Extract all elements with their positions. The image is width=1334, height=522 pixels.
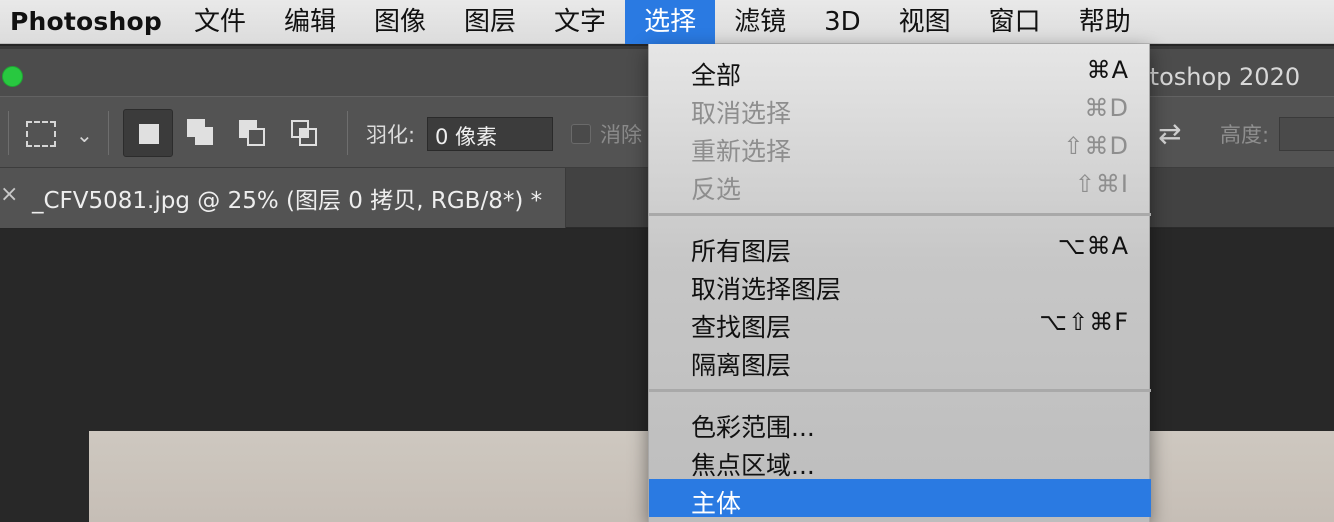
select-menu-dropdown: 全部 ⌘A 取消选择 ⌘D 重新选择 ⇧⌘D 反选 ⇧⌘I 所有图层 ⌥⌘A 取… (648, 44, 1151, 522)
menu-item-label: 色彩范围... (691, 413, 815, 442)
menu-item-deselect-layers[interactable]: 取消选择图层 (649, 265, 1151, 304)
menu-item-shortcut: ⌘D (1084, 94, 1129, 122)
separator (8, 111, 9, 155)
window-title: otoshop 2020 (1135, 63, 1301, 91)
menu-item-shortcut: ⌘A (1086, 56, 1129, 84)
menu-item-deselect: 取消选择 ⌘D (649, 89, 1151, 128)
antialias-label: 消除 (600, 123, 642, 147)
document-tab-title: _CFV5081.jpg @ 25% (图层 0 拷贝, RGB/8*) * (32, 188, 543, 214)
menu-item-inverse: 反选 ⇧⌘I (649, 165, 1151, 204)
menu-separator (649, 213, 1151, 216)
menu-help[interactable]: 帮助 (1060, 0, 1150, 44)
window-zoom-button[interactable] (2, 66, 23, 87)
menu-separator (649, 389, 1151, 392)
menu-item-reselect: 重新选择 ⇧⌘D (649, 127, 1151, 166)
feather-label: 羽化: (366, 123, 416, 147)
menu-item-find-layers[interactable]: 查找图层 ⌥⇧⌘F (649, 303, 1151, 342)
menu-item-shortcut: ⇧⌘D (1063, 132, 1129, 160)
menu-item-label: 重新选择 (691, 137, 792, 166)
menu-item-shortcut: ⌥⇧⌘F (1039, 308, 1129, 336)
close-icon[interactable]: × (0, 182, 18, 207)
menu-item-label: 取消选择 (691, 99, 792, 128)
menu-item-label: 全部 (691, 61, 742, 90)
menu-item-label: 主体 (691, 489, 742, 518)
menu-view[interactable]: 视图 (880, 0, 970, 44)
height-label: 高度: (1220, 123, 1270, 147)
swap-arrows-icon[interactable]: ⇄ (1158, 117, 1181, 150)
menu-window[interactable]: 窗口 (970, 0, 1060, 44)
menu-filter[interactable]: 滤镜 (715, 0, 805, 44)
subtract-from-selection-button[interactable] (228, 109, 278, 157)
menu-item-subject[interactable]: 主体 (649, 479, 1151, 518)
separator (108, 111, 109, 155)
separator (347, 111, 348, 155)
new-selection-button[interactable] (123, 109, 173, 157)
menu-type[interactable]: 文字 (535, 0, 625, 44)
new-selection-icon (139, 124, 159, 144)
antialias-checkbox[interactable] (571, 124, 591, 144)
menu-item-focus-area[interactable]: 焦点区域... (649, 441, 1151, 480)
add-to-selection-button[interactable] (177, 109, 227, 157)
document-tab[interactable]: × _CFV5081.jpg @ 25% (图层 0 拷贝, RGB/8*) * (0, 168, 566, 228)
menu-item-label: 焦点区域... (691, 451, 815, 480)
chevron-down-icon[interactable]: ⌄ (76, 123, 93, 147)
menu-item-isolate-layers[interactable]: 隔离图层 (649, 341, 1151, 380)
menu-layer[interactable]: 图层 (445, 0, 535, 44)
height-input[interactable] (1279, 117, 1334, 151)
menu-item-label: 取消选择图层 (691, 275, 842, 304)
menu-item-label: 隔离图层 (691, 351, 792, 380)
menu-item-label: 所有图层 (691, 237, 792, 266)
menu-3d[interactable]: 3D (805, 0, 880, 44)
menu-item-color-range[interactable]: 色彩范围... (649, 403, 1151, 442)
menu-item-label: 查找图层 (691, 313, 792, 342)
menu-item-shortcut: ⌥⌘A (1057, 232, 1129, 260)
rectangular-marquee-icon[interactable] (26, 121, 56, 147)
menu-item-label: 反选 (691, 175, 742, 204)
menu-image[interactable]: 图像 (355, 0, 445, 44)
menu-edit[interactable]: 编辑 (265, 0, 355, 44)
menu-select[interactable]: 选择 (625, 0, 716, 44)
mac-menu-bar: Photoshop 文件 编辑 图像 图层 文字 选择 滤镜 3D 视图 窗口 … (0, 0, 1334, 44)
menu-item-select-all[interactable]: 全部 ⌘A (649, 51, 1151, 90)
app-menu-photoshop[interactable]: Photoshop (0, 7, 175, 36)
feather-input[interactable]: 0 像素 (427, 117, 553, 151)
intersect-selection-button[interactable] (280, 109, 330, 157)
menu-item-shortcut: ⇧⌘I (1074, 170, 1129, 198)
menu-item-all-layers[interactable]: 所有图层 ⌥⌘A (649, 227, 1151, 266)
menu-file[interactable]: 文件 (175, 0, 265, 44)
